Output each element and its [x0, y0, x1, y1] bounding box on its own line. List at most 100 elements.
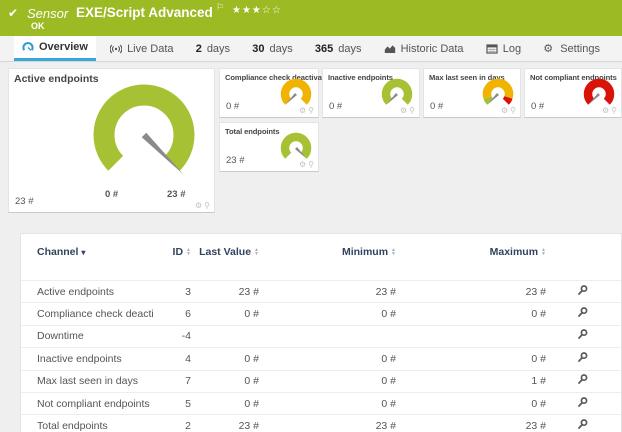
channel-minimum: 0 # — [261, 308, 398, 320]
tab-2-days[interactable]: 2days — [188, 36, 238, 61]
gauge-scale-max: 23 # — [167, 189, 186, 200]
gauge-value: 0 # — [329, 101, 342, 112]
pin-icon[interactable]: ⚲ — [204, 201, 210, 210]
live-icon — [110, 43, 122, 55]
gauge-panel-inactive-endpoints: Inactive endpoints 0 # ⚙⚲ — [322, 68, 420, 118]
channel-last-value: 0 # — [193, 353, 261, 365]
channel-settings-icon[interactable] — [576, 328, 589, 341]
sort-icon: ▲▼ — [391, 248, 396, 256]
tab-label: Settings — [560, 43, 600, 55]
channel-last-value: 23 # — [193, 286, 261, 298]
channel-name: Compliance check deacti... — [21, 308, 153, 320]
table-row: Active endpoints 3 23 # 23 # 23 # — [21, 280, 621, 302]
tab-overview[interactable]: Overview — [14, 36, 96, 61]
channel-id: 4 — [153, 353, 193, 365]
tab-label: days — [269, 43, 292, 55]
channel-name: Downtime — [21, 330, 153, 342]
column-header-minimum[interactable]: Minimum▲▼ — [261, 247, 398, 258]
column-header-channel[interactable]: Channel▾ — [21, 247, 153, 258]
gauge-icon — [22, 41, 34, 53]
table-row: Total endpoints 2 23 # 23 # 23 # — [21, 414, 621, 432]
channel-name: Inactive endpoints — [21, 353, 153, 365]
tab-number: 30 — [252, 43, 264, 55]
gear-icon[interactable]: ⚙ — [195, 201, 202, 210]
channel-minimum: 0 # — [261, 353, 398, 365]
channel-minimum: 23 # — [261, 420, 398, 432]
tab-live-data[interactable]: Live Data — [102, 36, 181, 61]
channel-maximum: 0 # — [398, 353, 548, 365]
gear-icon[interactable]: ⚙ — [299, 160, 306, 169]
column-header-maximum[interactable]: Maximum▲▼ — [398, 247, 548, 258]
channel-id: 3 — [153, 286, 193, 298]
channel-last-value: 0 # — [193, 375, 261, 387]
sort-icon: ▲▼ — [254, 248, 259, 256]
priority-stars[interactable]: ★★★☆☆ — [232, 5, 282, 16]
status-ok-check-icon: ✔ — [8, 6, 18, 20]
gear-icon[interactable]: ⚙ — [602, 106, 609, 115]
sort-icon: ▲▼ — [186, 248, 191, 256]
channel-last-value: 0 # — [193, 308, 261, 320]
channel-last-value: 23 # — [193, 420, 261, 432]
channel-settings-icon[interactable] — [576, 351, 589, 364]
status-badge: OK — [31, 21, 45, 31]
sensor-title: EXE/Script Advanced — [76, 5, 213, 20]
table-row: Max last seen in days 7 0 # 0 # 1 # — [21, 370, 621, 392]
active-endpoints-gauge-chart — [67, 83, 217, 185]
pin-icon[interactable]: ⚲ — [611, 106, 617, 115]
tab-label: Log — [503, 43, 521, 55]
gauge-value: 23 # — [15, 196, 34, 207]
channel-settings-icon[interactable] — [576, 373, 589, 386]
column-header-id[interactable]: ID▲▼ — [153, 247, 193, 258]
tab-label: Live Data — [127, 43, 173, 55]
gauge-panel-not-compliant-endpoints: Not compliant endpoints 0 # ⚙⚲ — [524, 68, 622, 118]
sensor-header: ✔ Sensor EXE/Script Advanced ⚐ ★★★☆☆ OK — [0, 0, 622, 36]
tab-settings[interactable]: ⚙ Settings — [535, 36, 608, 61]
channel-id: 2 — [153, 420, 193, 432]
tab-bar: Overview Live Data 2days 30 days 365days Histo… — [0, 36, 622, 62]
tab-label: Historic Data — [401, 43, 464, 55]
gear-icon[interactable]: ⚙ — [501, 106, 508, 115]
pin-icon[interactable]: ⚲ — [308, 106, 314, 115]
channel-name: Max last seen in days — [21, 375, 153, 387]
channel-id: 7 — [153, 375, 193, 387]
main-gauge-panel: Active endpoints 0 # 23 # 23 # ⚙⚲ — [8, 68, 215, 213]
tab-number: 2 — [196, 43, 202, 55]
pin-icon[interactable]: ⚲ — [409, 106, 415, 115]
channel-maximum: 1 # — [398, 375, 548, 387]
channel-settings-icon[interactable] — [576, 396, 589, 409]
channel-settings-icon[interactable] — [576, 306, 589, 319]
channel-id: -4 — [153, 330, 193, 342]
channel-id: 5 — [153, 398, 193, 410]
channel-settings-icon[interactable] — [576, 418, 589, 431]
table-row: Inactive endpoints 4 0 # 0 # 0 # — [21, 347, 621, 369]
tab-log[interactable]: Log — [478, 36, 529, 61]
gauge-value: 0 # — [430, 101, 443, 112]
gauge-panel-compliance-check-deactivated: Compliance check deactivated 0 # ⚙⚲ — [219, 68, 319, 118]
column-header-last-value[interactable]: Last Value▲▼ — [193, 247, 261, 258]
channel-minimum: 0 # — [261, 375, 398, 387]
sort-icon: ▲▼ — [541, 248, 546, 256]
channel-name: Total endpoints — [21, 420, 153, 432]
gauge-title: Total endpoints — [225, 127, 279, 136]
gear-icon[interactable]: ⚙ — [400, 106, 407, 115]
chart-icon — [384, 43, 396, 55]
log-icon — [486, 43, 498, 55]
tab-30-days[interactable]: 30 days — [244, 36, 301, 61]
channel-name: Active endpoints — [21, 286, 153, 298]
pin-icon[interactable]: ⚲ — [510, 106, 516, 115]
gear-icon[interactable]: ⚙ — [299, 106, 306, 115]
pin-icon[interactable]: ⚲ — [308, 160, 314, 169]
channel-id: 6 — [153, 308, 193, 320]
gauge-value: 23 # — [226, 155, 245, 166]
flag-icon[interactable]: ⚐ — [216, 2, 224, 13]
gauge-value: 0 # — [531, 101, 544, 112]
table-row: Downtime -4 — [21, 325, 621, 347]
channel-maximum: 23 # — [398, 420, 548, 432]
channel-settings-icon[interactable] — [576, 284, 589, 297]
gauge-panel-max-last-seen-in-days: Max last seen in days 0 # ⚙⚲ — [423, 68, 521, 118]
channel-minimum: 23 # — [261, 286, 398, 298]
settings-icon: ⚙ — [543, 43, 555, 55]
channel-name: Not compliant endpoints — [21, 398, 153, 410]
tab-365-days[interactable]: 365days — [307, 36, 370, 61]
tab-historic-data[interactable]: Historic Data — [376, 36, 472, 61]
